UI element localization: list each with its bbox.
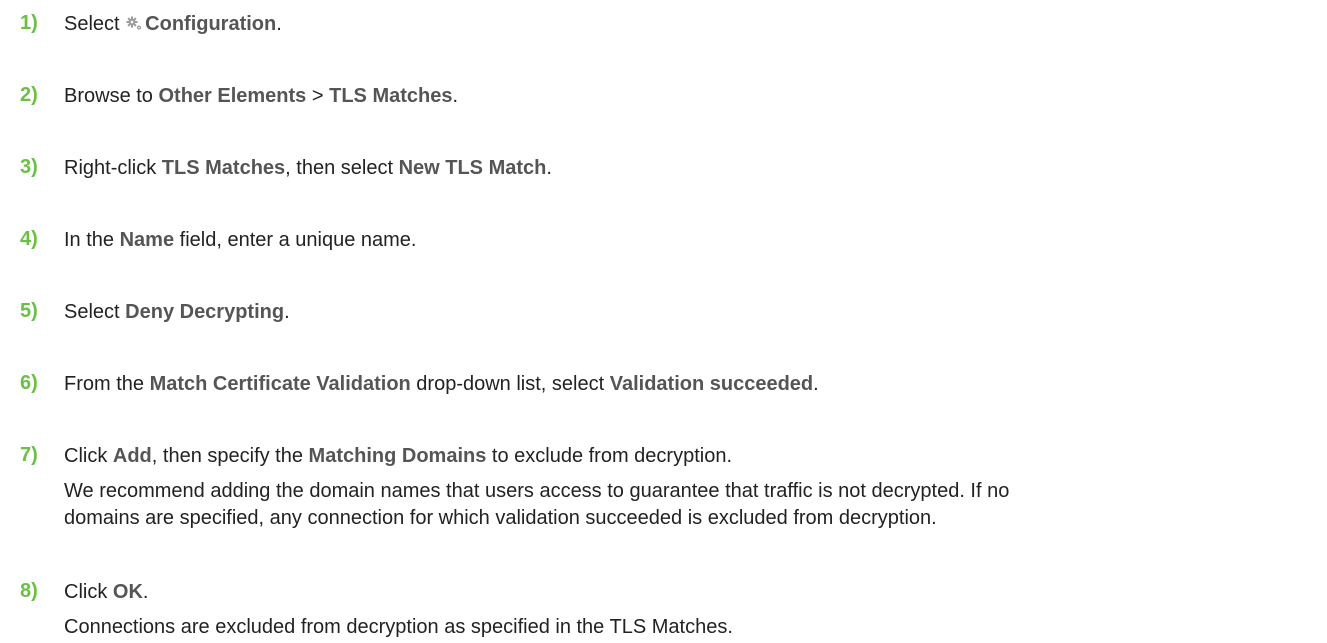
step-text: In the Name field, enter a unique name.: [64, 228, 416, 252]
step-text-part: Click: [64, 581, 113, 603]
step-note-line: Connections are excluded from decryption…: [64, 616, 733, 638]
step-text: Browse to Other Elements > TLS Matches.: [64, 84, 458, 108]
ui-term: Deny Decrypting: [125, 301, 285, 323]
step-number: 3): [20, 156, 38, 178]
step-text-part: >: [306, 85, 330, 107]
step-text-part: , then specify the: [151, 445, 309, 467]
step-text-part: .: [452, 85, 459, 107]
step-number: 5): [20, 300, 38, 322]
ui-term: Matching Domains: [308, 445, 487, 467]
step-text-part: Right-click: [64, 157, 162, 179]
step-text: From the Match Certificate Validation dr…: [64, 372, 819, 396]
step-note-line: We recommend adding the domain names tha…: [64, 480, 1010, 502]
ui-term: OK: [112, 581, 143, 603]
step-number: 8): [20, 580, 38, 602]
ui-term: Validation succeeded: [609, 373, 814, 395]
step-text-part: .: [284, 301, 290, 323]
step-text-part: Browse to: [64, 85, 159, 107]
step-text-part: Select: [64, 301, 126, 323]
ui-term: Other Elements: [158, 85, 307, 107]
step-text-part: From the: [64, 373, 150, 395]
ui-term: New TLS Match: [398, 157, 547, 179]
step-note: We recommend adding the domain names tha…: [64, 478, 1304, 532]
step-text-part: .: [546, 157, 552, 179]
ui-term: TLS Matches: [161, 157, 286, 179]
step-text: Right-click TLS Matches, then select New…: [64, 156, 552, 180]
step-text: Click Add, then specify the Matching Dom…: [64, 444, 732, 468]
ui-term: Add: [112, 445, 152, 467]
step-text-part: Click: [64, 445, 113, 467]
ui-term: Configuration: [145, 13, 277, 35]
step-text-part: drop-down list, select: [410, 373, 610, 395]
step-note: Connections are excluded from decryption…: [64, 614, 1304, 641]
gear-icon: [126, 16, 142, 30]
step-text: Select Configuration.: [64, 12, 282, 36]
step-text-part: , then select: [285, 157, 399, 179]
ui-term: Match Certificate Validation: [149, 373, 411, 395]
step-text-part: .: [276, 13, 282, 35]
step-text-part: Select: [64, 13, 126, 35]
step-text-part: .: [142, 581, 149, 603]
step-number: 7): [20, 444, 38, 466]
ui-term: Name: [119, 229, 175, 251]
step-number: 2): [20, 84, 38, 106]
step-text: Click OK.: [64, 580, 148, 604]
step-text-part: .: [813, 373, 819, 395]
step-text-part: In the: [64, 229, 120, 251]
step-text-part: field, enter a unique name.: [174, 229, 417, 251]
step-number: 6): [20, 372, 38, 394]
step-number: 4): [20, 228, 38, 250]
step-text: Select Deny Decrypting.: [64, 300, 290, 324]
step-text-part: to exclude from decryption.: [486, 445, 733, 467]
step-note-line: domains are specified, any connection fo…: [64, 507, 937, 529]
ui-term: TLS Matches: [329, 85, 453, 107]
step-number: 1): [20, 12, 38, 34]
